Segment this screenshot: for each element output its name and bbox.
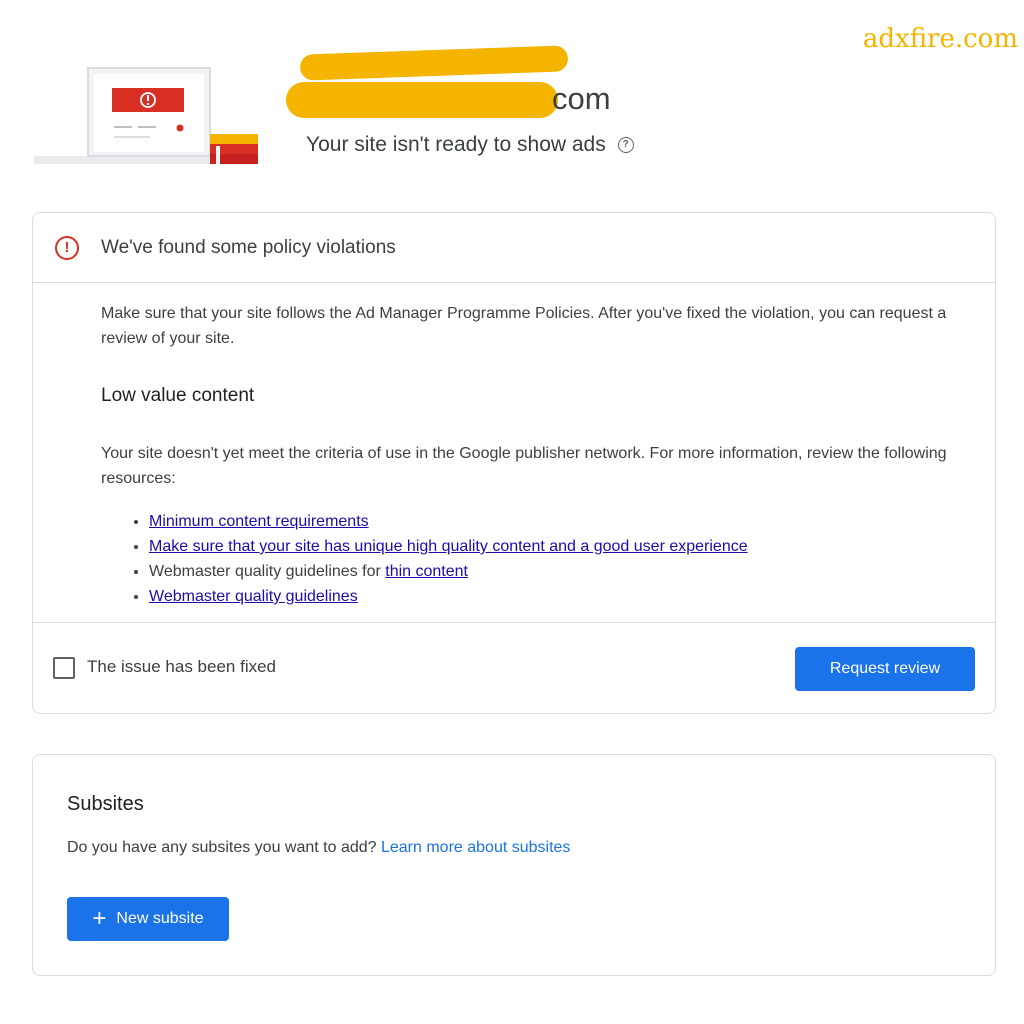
card-footer: The issue has been fixed Request review bbox=[33, 622, 995, 713]
card-title: We've found some policy violations bbox=[101, 236, 396, 258]
resource-list: Minimum content requirements Make sure t… bbox=[101, 509, 959, 609]
violation-description: Your site doesn't yet meet the criteria … bbox=[101, 445, 947, 487]
redaction-mark bbox=[299, 45, 569, 81]
site-domain: com bbox=[552, 81, 611, 116]
subsites-question: Do you have any subsites you want to add… bbox=[67, 839, 570, 857]
policy-violations-card: ! We've found some policy violations Mak… bbox=[32, 212, 996, 714]
violation-title: Low value content bbox=[101, 385, 255, 406]
plus-icon: + bbox=[92, 905, 107, 932]
request-review-button[interactable]: Request review bbox=[795, 647, 975, 691]
unique-content-link[interactable]: Make sure that your site has unique high… bbox=[149, 538, 748, 555]
issue-fixed-checkbox[interactable] bbox=[53, 657, 75, 679]
intro-text: Make sure that your site follows the Ad … bbox=[101, 305, 947, 347]
laptop-warning-illustration bbox=[34, 67, 258, 164]
site-status: Your site isn't ready to show ads ? bbox=[306, 133, 634, 157]
list-item: Webmaster quality guidelines bbox=[149, 584, 959, 609]
button-label: New subsite bbox=[116, 910, 204, 927]
status-text: Your site isn't ready to show ads bbox=[306, 133, 606, 156]
minimum-content-link[interactable]: Minimum content requirements bbox=[149, 513, 369, 530]
list-item: Minimum content requirements bbox=[149, 509, 959, 534]
subsites-title: Subsites bbox=[67, 793, 144, 815]
checkbox-label[interactable]: The issue has been fixed bbox=[87, 657, 276, 677]
thin-content-link[interactable]: thin content bbox=[385, 563, 468, 580]
list-item: Webmaster quality guidelines for thin co… bbox=[149, 559, 959, 584]
question-text: Do you have any subsites you want to add… bbox=[67, 839, 377, 856]
list-item: Make sure that your site has unique high… bbox=[149, 534, 959, 559]
learn-more-link[interactable]: Learn more about subsites bbox=[381, 839, 570, 856]
subsites-card: Subsites Do you have any subsites you wa… bbox=[32, 754, 996, 976]
new-subsite-button[interactable]: + New subsite bbox=[67, 897, 229, 941]
card-header: ! We've found some policy violations bbox=[33, 213, 995, 283]
webmaster-guidelines-link[interactable]: Webmaster quality guidelines bbox=[149, 588, 358, 605]
list-item-text: Webmaster quality guidelines for bbox=[149, 563, 386, 580]
card-body: Make sure that your site follows the Ad … bbox=[33, 283, 995, 609]
watermark: adxfire.com bbox=[862, 24, 1018, 54]
error-icon: ! bbox=[55, 235, 79, 260]
redaction-mark bbox=[286, 82, 558, 118]
help-icon[interactable]: ? bbox=[617, 137, 634, 153]
